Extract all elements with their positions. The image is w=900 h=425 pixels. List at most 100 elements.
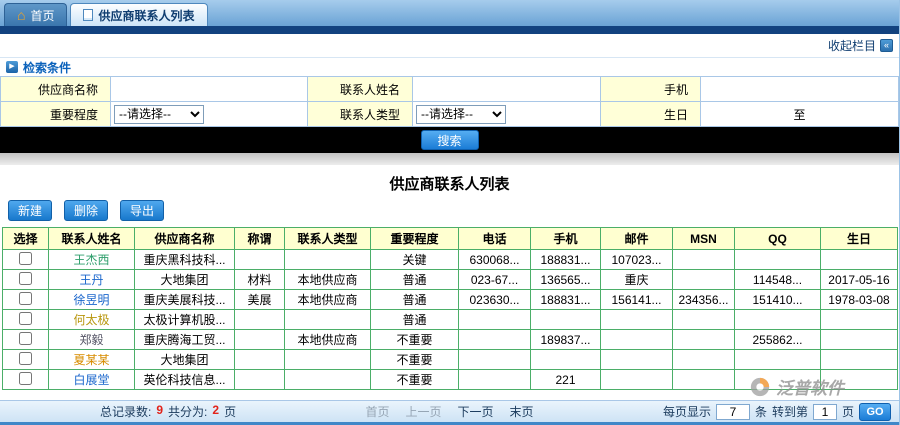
goto-page-input[interactable] [813, 404, 837, 420]
contact-name-link[interactable]: 夏某某 [73, 353, 109, 367]
search-form: 供应商名称 联系人姓名 手机 重要程度 --请选择-- 联系人类型 --请选择-… [0, 76, 899, 127]
title-cell: 材料 [235, 270, 285, 290]
delete-button[interactable]: 删除 [64, 200, 108, 221]
supplier-cell: 太极计算机股... [135, 310, 235, 330]
column-header-select: 选择 [3, 228, 49, 250]
supplier-cell: 重庆黑科技科... [135, 250, 235, 270]
last-page-link[interactable]: 末页 [510, 403, 534, 420]
importance-cell: 不重要 [371, 350, 459, 370]
email-cell: 107023... [601, 250, 673, 270]
select-cell [3, 290, 49, 310]
select-cell [3, 330, 49, 350]
search-section-header[interactable]: ▶ 检索条件 [0, 58, 899, 76]
email-cell [601, 310, 673, 330]
go-button[interactable]: GO [859, 403, 891, 421]
contact-type-select[interactable]: --请选择-- [416, 105, 506, 124]
birthday-label: 生日 [601, 102, 701, 127]
next-page-link[interactable]: 下一页 [458, 403, 494, 420]
email-cell: 156141... [601, 290, 673, 310]
total-pages-value: 2 [212, 403, 219, 420]
row-checkbox[interactable] [19, 332, 32, 345]
tab-home-label: 首页 [30, 7, 54, 24]
supplier-name-input[interactable] [114, 79, 304, 100]
birthday-cell [821, 350, 898, 370]
birthday-cell: 2017-05-16 [821, 270, 898, 290]
contact-name-label: 联系人姓名 [308, 77, 413, 102]
qq-cell [735, 250, 821, 270]
search-button-bar: 搜索 [0, 127, 899, 153]
birthday-range: 至 [704, 104, 895, 125]
importance-select[interactable]: --请选择-- [114, 105, 204, 124]
type-cell [285, 370, 371, 390]
collapse-row: 收起栏目 « [0, 34, 899, 58]
msn-cell [673, 350, 735, 370]
table-row: 王丹大地集团材料本地供应商普通023-67...136565...重庆11454… [3, 270, 898, 290]
contact-name-link[interactable]: 王丹 [79, 273, 103, 287]
expand-arrow-icon: ▶ [6, 61, 18, 73]
phone-cell [459, 370, 531, 390]
contact-name-input[interactable] [416, 79, 597, 100]
contact-name-link[interactable]: 郑毅 [79, 333, 103, 347]
contact-name-cell: 郑毅 [49, 330, 135, 350]
tab-home[interactable]: ⌂ 首页 [4, 3, 67, 26]
document-icon [83, 9, 93, 21]
importance-cell: 关键 [371, 250, 459, 270]
prev-page-link[interactable]: 上一页 [405, 403, 441, 420]
row-checkbox[interactable] [19, 352, 32, 365]
contact-name-cell: 何太极 [49, 310, 135, 330]
column-header-type: 联系人类型 [285, 228, 371, 250]
type-cell [285, 310, 371, 330]
contact-name-link[interactable]: 徐昱明 [73, 293, 109, 307]
select-cell [3, 350, 49, 370]
contact-name-link[interactable]: 王杰西 [73, 253, 109, 267]
column-header-supplier: 供应商名称 [135, 228, 235, 250]
collapse-panel-icon: « [880, 39, 893, 52]
row-checkbox[interactable] [19, 372, 32, 385]
qq-cell [735, 350, 821, 370]
tab-supplier-contact-list[interactable]: 供应商联系人列表 [70, 3, 207, 26]
mobile-label: 手机 [601, 77, 701, 102]
column-header-email: 邮件 [601, 228, 673, 250]
section-divider [0, 153, 899, 165]
importance-label: 重要程度 [1, 102, 111, 127]
phone-cell: 023630... [459, 290, 531, 310]
search-button[interactable]: 搜索 [421, 130, 479, 150]
title-cell [235, 350, 285, 370]
phone-cell [459, 350, 531, 370]
contact-name-link[interactable]: 何太极 [73, 313, 109, 327]
birthday-cell [821, 250, 898, 270]
table-row: 徐昱明重庆美展科技...美展本地供应商普通023630...188831...1… [3, 290, 898, 310]
phone-cell: 630068... [459, 250, 531, 270]
home-icon: ⌂ [17, 8, 25, 22]
row-checkbox[interactable] [19, 292, 32, 305]
table-row: 郑毅重庆腾海工贸...本地供应商不重要189837...255862... [3, 330, 898, 350]
export-button[interactable]: 导出 [120, 200, 164, 221]
select-cell [3, 270, 49, 290]
title-cell [235, 310, 285, 330]
row-checkbox[interactable] [19, 252, 32, 265]
row-checkbox[interactable] [19, 312, 32, 325]
per-page-input[interactable] [716, 404, 750, 420]
mobile-input[interactable] [704, 79, 895, 100]
type-cell: 本地供应商 [285, 290, 371, 310]
select-cell [3, 250, 49, 270]
type-cell [285, 250, 371, 270]
new-button[interactable]: 新建 [8, 200, 52, 221]
email-cell [601, 330, 673, 350]
contact-name-cell: 徐昱明 [49, 290, 135, 310]
collapse-columns-link[interactable]: 收起栏目 « [828, 37, 893, 54]
first-page-link[interactable]: 首页 [365, 403, 389, 420]
row-checkbox[interactable] [19, 272, 32, 285]
msn-cell [673, 270, 735, 290]
column-header-qq: QQ [735, 228, 821, 250]
goto-page-label: 转到第 [772, 403, 808, 420]
contact-name-link[interactable]: 白展堂 [73, 373, 109, 387]
phone-cell [459, 310, 531, 330]
title-cell [235, 370, 285, 390]
contact-name-cell: 王杰西 [49, 250, 135, 270]
collapse-columns-label: 收起栏目 [828, 37, 876, 54]
birthday-from-input[interactable] [704, 104, 788, 125]
table-row: 夏某某大地集团不重要 [3, 350, 898, 370]
birthday-to-input[interactable] [812, 104, 896, 125]
type-cell [285, 350, 371, 370]
